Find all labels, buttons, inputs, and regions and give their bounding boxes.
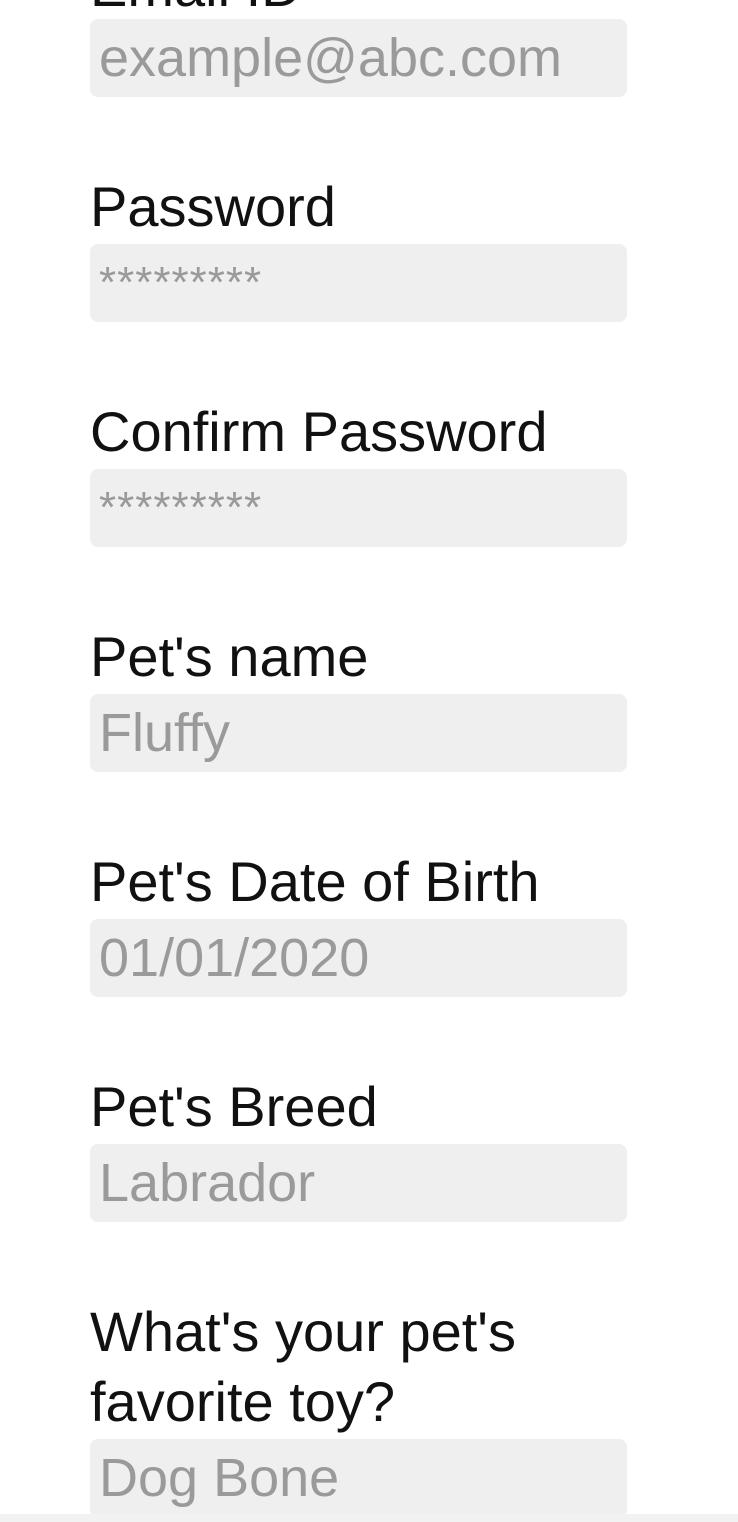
- password-label: Password: [90, 175, 336, 238]
- password-field[interactable]: *********: [90, 244, 627, 322]
- pet-breed-label: Pet's Breed: [90, 1075, 378, 1138]
- pet-dob-field[interactable]: 01/01/2020: [90, 919, 627, 997]
- pet-toy-field[interactable]: Dog Bone: [90, 1439, 627, 1517]
- bottom-bar: [0, 1514, 738, 1522]
- pet-toy-label: What's your pet's favorite toy?: [90, 1300, 516, 1433]
- pet-breed-field[interactable]: Labrador: [90, 1144, 627, 1222]
- confirm-password-field[interactable]: *********: [90, 469, 627, 547]
- pet-name-field[interactable]: Fluffy: [90, 694, 627, 772]
- registration-form: Email ID example@abc.com Password ******…: [0, 0, 738, 1522]
- pet-dob-label: Pet's Date of Birth: [90, 850, 540, 913]
- pet-name-label: Pet's name: [90, 625, 369, 688]
- confirm-password-label: Confirm Password: [90, 400, 548, 463]
- email-field[interactable]: example@abc.com: [90, 19, 627, 97]
